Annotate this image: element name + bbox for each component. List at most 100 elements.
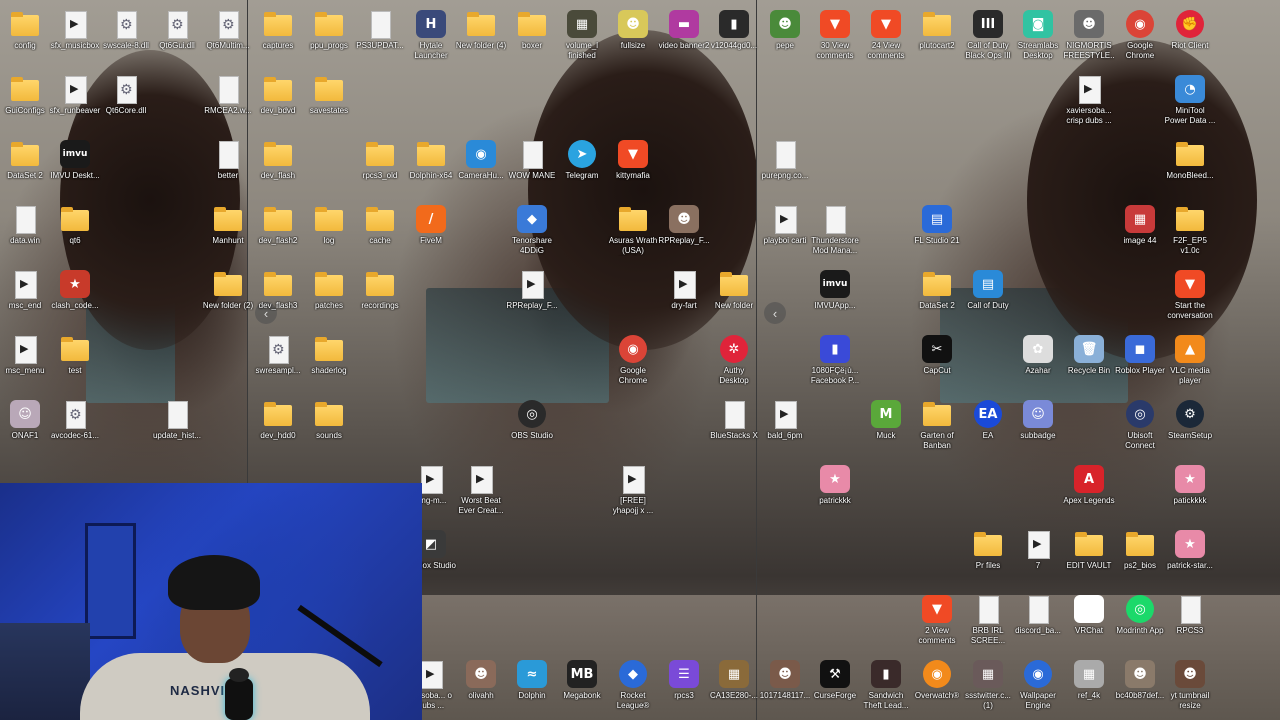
desktop-icon[interactable]: ☻ NIGMORTIS FREESTYLE... (1063, 10, 1115, 61)
desktop-icon[interactable]: swscale-8.dll (100, 10, 152, 51)
desktop-icon[interactable]: Garten of Banban (911, 400, 963, 451)
desktop-icon[interactable]: Qt6Multim... (202, 10, 254, 51)
desktop-icon[interactable]: rpcs3_old (354, 140, 406, 181)
desktop-icon[interactable]: ▬ video banner2 (658, 10, 710, 51)
desktop-icon[interactable]: Thunderstore Mod Mana... (809, 205, 861, 256)
desktop-icon[interactable]: sounds (303, 400, 355, 441)
desktop-icon[interactable]: ⚙ SteamSetup (1164, 400, 1216, 441)
desktop-icon[interactable]: ▦ volume_l finished (556, 10, 608, 61)
desktop-icon[interactable]: ▤ Call of Duty (962, 270, 1014, 311)
desktop-icon[interactable]: qt6 (49, 205, 101, 246)
desktop-icon[interactable]: ps2_bios (1114, 530, 1166, 571)
desktop-icon[interactable]: III Call of Duty Black Ops III (962, 10, 1014, 61)
desktop-icon[interactable]: Pr files (962, 530, 1014, 571)
desktop-icon[interactable]: plutocart2 (911, 10, 963, 51)
desktop-icon[interactable]: ☺ ONAF1 (0, 400, 51, 441)
desktop-icon[interactable]: shaderlog (303, 335, 355, 376)
desktop-icon[interactable]: New folder (708, 270, 760, 311)
desktop-icon[interactable]: ✿ Azahar (1012, 335, 1064, 376)
desktop-icon[interactable]: captures (252, 10, 304, 51)
desktop-icon[interactable]: ☻ pepe (759, 10, 811, 51)
desktop-icon[interactable]: RPReplay_F... (506, 270, 558, 311)
desktop-icon[interactable]: ▦ ref_4k (1063, 660, 1115, 701)
desktop-icon[interactable]: ✲ Authy Desktop (708, 335, 760, 386)
desktop-icon[interactable]: ◎ Ubisoft Connect (1114, 400, 1166, 451)
desktop-icon[interactable]: playboi carti (759, 205, 811, 246)
desktop-icon[interactable]: ☰ rpcs3 (658, 660, 710, 701)
desktop-icon[interactable]: ▮ v12044gd0... (708, 10, 760, 51)
desktop-icon[interactable]: WOW MANE (506, 140, 558, 181)
desktop-icon[interactable]: ☻ bc40b87def... (1114, 660, 1166, 701)
desktop-icon[interactable]: swresampl... (252, 335, 304, 376)
desktop-icon[interactable]: Manhunt (202, 205, 254, 246)
desktop-icon[interactable]: dev_flash2 (252, 205, 304, 246)
desktop-icon[interactable]: ▼ 30 View comments (809, 10, 861, 61)
desktop-icon[interactable]: dry-fart (658, 270, 710, 311)
desktop-icon[interactable]: log (303, 205, 355, 246)
desktop-icon[interactable]: ◆ Rocket League® (607, 660, 659, 711)
desktop-icon[interactable]: 7 (1012, 530, 1064, 571)
desktop-icon[interactable]: Worst Beat Ever Creat... (455, 465, 507, 516)
desktop-icon[interactable]: H Hytale Launcher (405, 10, 457, 61)
desktop-icon[interactable]: Asuras Wrath (USA) (En,Ja... (607, 205, 659, 256)
desktop-icon[interactable]: MB Megabonk (556, 660, 608, 701)
desktop-icon[interactable]: DataSet 2 (0, 140, 51, 181)
desktop-icon[interactable]: ★ patrickkk (809, 465, 861, 506)
desktop-icon[interactable]: ➤ Telegram (556, 140, 608, 181)
desktop-icon[interactable]: discord_ba... (1012, 595, 1064, 636)
desktop-icon[interactable]: Dolphin-x64 (405, 140, 457, 181)
desktop-icon[interactable]: RPCS3 (1164, 595, 1216, 636)
desktop-icon[interactable]: ≈ Dolphin (506, 660, 558, 701)
desktop-icon[interactable]: RMCEA2.w... (202, 75, 254, 116)
desktop-icon[interactable]: ◼ Roblox Player (1114, 335, 1166, 376)
desktop-icon[interactable]: ◉ Wallpaper Engine (1012, 660, 1064, 711)
desktop-icon[interactable]: ▮ 1080FÇë¡ù... Facebook P... (809, 335, 861, 386)
desktop-icon[interactable]: dev_flash3 (252, 270, 304, 311)
desktop-icon[interactable]: 🗑 Recycle Bin (1063, 335, 1115, 376)
desktop-icon[interactable]: purepng.co... (759, 140, 811, 181)
desktop-icon[interactable]: Qt6Core.dll (100, 75, 152, 116)
desktop-icon[interactable]: ▦ CA13E280-... (708, 660, 760, 701)
desktop-icon[interactable]: ☻ RPReplay_F... (658, 205, 710, 246)
desktop-icon[interactable]: xaviersoba... crisp dubs ... (1063, 75, 1115, 126)
desktop-icon[interactable]: GuiConfigs (0, 75, 51, 116)
desktop-icon[interactable]: ◉ Google Chrome (607, 335, 659, 386)
desktop-icon[interactable]: ★ patickkkk (1164, 465, 1216, 506)
desktop-icon[interactable]: cache (354, 205, 406, 246)
desktop-icon[interactable]: EA EA (962, 400, 1014, 441)
desktop-icon[interactable]: data.win (0, 205, 51, 246)
desktop-icon[interactable]: ✂ CapCut (911, 335, 963, 376)
desktop-icon[interactable]: BlueStacks X (708, 400, 760, 441)
desktop-icon[interactable]: ✊ Riot Client (1164, 10, 1216, 51)
desktop-icon[interactable]: ▲ VLC media player (1164, 335, 1216, 386)
desktop-icon[interactable]: ▦ image 44 (1114, 205, 1166, 246)
desktop-icon[interactable]: ★ patrick-star... (1164, 530, 1216, 571)
panel-3-prev-arrow[interactable]: ‹ (764, 302, 786, 324)
desktop-icon[interactable]: F2F_EP5 v1.0c (1164, 205, 1216, 256)
desktop-icon[interactable]: imvu IMVUApp... (809, 270, 861, 311)
desktop-icon[interactable]: VR VRChat (1063, 595, 1115, 636)
desktop-icon[interactable]: avcodec-61... (49, 400, 101, 441)
desktop-icon[interactable]: ▮ Sandwich Theft Lead... (860, 660, 912, 711)
desktop-icon[interactable]: imvu IMVU Deskt... (49, 140, 101, 181)
desktop-icon[interactable]: [FREE] yhapojj x ... (607, 465, 659, 516)
desktop-icon[interactable]: EDIT VAULT (1063, 530, 1115, 571)
desktop-icon[interactable]: ☻ fullsize (607, 10, 659, 51)
desktop-icon[interactable]: ◙ Streamlabs Desktop (1012, 10, 1064, 61)
desktop-icon[interactable]: msc_menu (0, 335, 51, 376)
desktop-icon[interactable]: A Apex Legends (1063, 465, 1115, 506)
desktop-icon[interactable]: DataSet 2 (911, 270, 963, 311)
desktop-icon[interactable]: boxer (506, 10, 558, 51)
desktop-icon[interactable]: msc_end (0, 270, 51, 311)
desktop-icon[interactable]: ☻ yt tumbnail resize (1164, 660, 1216, 711)
desktop-icon[interactable]: ◆ Tenorshare 4DDiG (506, 205, 558, 256)
desktop-icon[interactable]: ◉ CameraHu... (455, 140, 507, 181)
desktop-icon[interactable]: New folder (4) (455, 10, 507, 51)
desktop-icon[interactable]: ⚒ CurseForge (809, 660, 861, 701)
desktop-icon[interactable]: ▦ ssstwitter.c... (1) (962, 660, 1014, 711)
desktop-icon[interactable]: recordings (354, 270, 406, 311)
desktop-icon[interactable]: BRB IRL SCREE... (962, 595, 1014, 646)
desktop-icon[interactable]: MonoBleed... (1164, 140, 1216, 181)
desktop-icon[interactable]: test (49, 335, 101, 376)
desktop-icon[interactable]: ☻ olivahh (455, 660, 507, 701)
